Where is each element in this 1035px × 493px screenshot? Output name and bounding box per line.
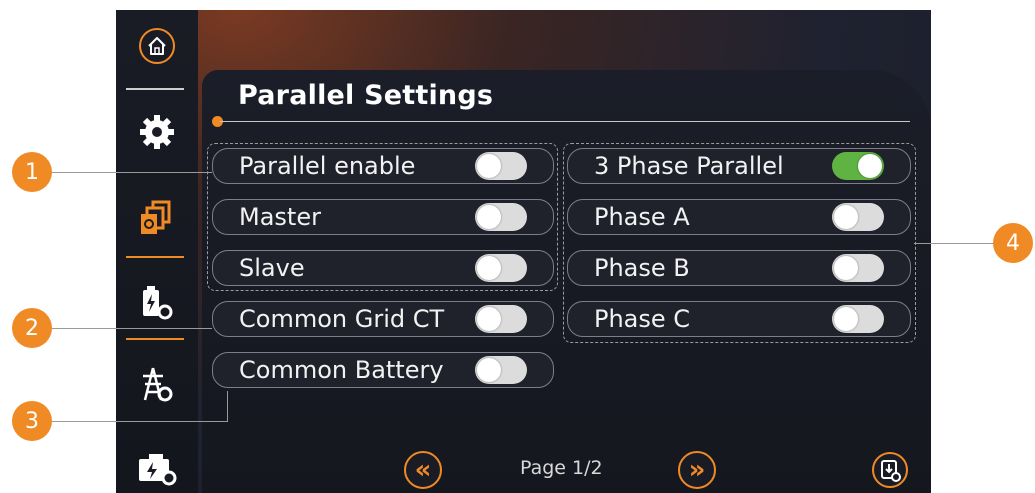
setting-row-slave[interactable]: Slave xyxy=(212,250,554,286)
title-underline xyxy=(220,121,910,122)
setting-row-parallel-enable[interactable]: Parallel enable xyxy=(212,148,554,184)
export-settings-button[interactable] xyxy=(871,451,909,489)
home-icon xyxy=(139,28,175,64)
setting-label: Phase B xyxy=(594,254,690,282)
page-indicator: Page 1/2 xyxy=(520,457,603,479)
setting-row-3-phase-parallel[interactable]: 3 Phase Parallel xyxy=(567,148,911,184)
setting-row-phase-c[interactable]: Phase C xyxy=(567,301,911,337)
callout-badge-1: 1 xyxy=(12,152,52,192)
callout-line xyxy=(52,421,228,422)
callout-line xyxy=(52,172,212,173)
callout-badge-4: 4 xyxy=(993,223,1033,263)
setting-label: Master xyxy=(239,203,321,231)
setting-label: Parallel enable xyxy=(239,152,416,180)
toggle-switch[interactable] xyxy=(475,152,527,180)
sidebar-divider xyxy=(126,338,184,340)
setting-row-phase-a[interactable]: Phase A xyxy=(567,199,911,235)
sidebar-divider xyxy=(126,88,184,90)
callout-line xyxy=(914,243,1000,244)
prev-page-button[interactable]: « xyxy=(404,451,442,489)
setting-label: Common Grid CT xyxy=(239,305,445,333)
parallel-settings-icon xyxy=(141,200,171,234)
gear-icon xyxy=(140,115,174,149)
setting-label: Slave xyxy=(239,254,305,282)
page-title: Parallel Settings xyxy=(238,80,494,111)
next-page-button[interactable]: » xyxy=(678,451,716,489)
callout-badge-2: 2 xyxy=(12,308,52,348)
sidebar-item-battery[interactable] xyxy=(116,280,198,324)
sidebar-divider xyxy=(126,256,184,258)
export-settings-icon xyxy=(872,452,908,488)
callout-line xyxy=(52,328,212,329)
sidebar-item-parallel[interactable] xyxy=(116,196,198,240)
toggle-switch[interactable] xyxy=(832,203,884,231)
callout-line xyxy=(227,391,228,422)
setting-row-common-battery[interactable]: Common Battery xyxy=(212,352,554,388)
sidebar-item-grid[interactable] xyxy=(116,362,198,406)
sidebar-item-generator[interactable] xyxy=(116,446,198,490)
grid-settings-icon xyxy=(143,367,173,402)
setting-label: 3 Phase Parallel xyxy=(594,152,784,180)
setting-label: Phase C xyxy=(594,305,691,333)
setting-row-common-grid-ct[interactable]: Common Grid CT xyxy=(212,301,554,337)
toggle-switch[interactable] xyxy=(475,305,527,333)
toggle-switch[interactable] xyxy=(475,356,527,384)
toggle-switch[interactable] xyxy=(475,254,527,282)
sidebar-item-settings[interactable] xyxy=(116,110,198,154)
setting-label: Phase A xyxy=(594,203,690,231)
sidebar-item-home[interactable] xyxy=(116,26,198,66)
toggle-switch[interactable] xyxy=(832,152,884,180)
toggle-switch[interactable] xyxy=(475,203,527,231)
setting-row-phase-b[interactable]: Phase B xyxy=(567,250,911,286)
setting-row-master[interactable]: Master xyxy=(212,199,554,235)
callout-badge-3: 3 xyxy=(12,401,52,441)
toggle-switch[interactable] xyxy=(832,254,884,282)
generator-settings-icon xyxy=(139,454,177,486)
toggle-switch[interactable] xyxy=(832,305,884,333)
battery-settings-icon xyxy=(143,286,173,320)
setting-label: Common Battery xyxy=(239,356,444,384)
